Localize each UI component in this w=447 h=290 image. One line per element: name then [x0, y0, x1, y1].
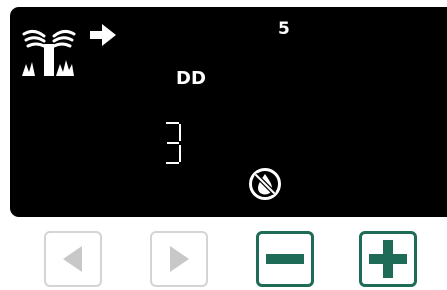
- next-button[interactable]: [150, 231, 208, 287]
- triangle-right-icon: [170, 246, 189, 272]
- prev-button[interactable]: [44, 231, 102, 287]
- lcd-display: 5 DD 3: [10, 7, 447, 217]
- no-water-icon: [249, 168, 281, 200]
- minus-icon: [266, 254, 304, 264]
- sprinkler-icon: [22, 29, 76, 76]
- plus-button[interactable]: [359, 231, 417, 287]
- segment-digit: 3: [166, 122, 181, 164]
- minus-button[interactable]: [256, 231, 314, 287]
- triangle-left-icon: [63, 246, 82, 272]
- arrow-right-icon: [90, 24, 116, 46]
- mode-label: DD: [176, 68, 206, 89]
- station-number: 5: [278, 19, 290, 39]
- controller-panel: 5 DD 3: [0, 0, 447, 290]
- plus-icon: [369, 240, 407, 278]
- segment-digit-value: 3: [173, 150, 174, 152]
